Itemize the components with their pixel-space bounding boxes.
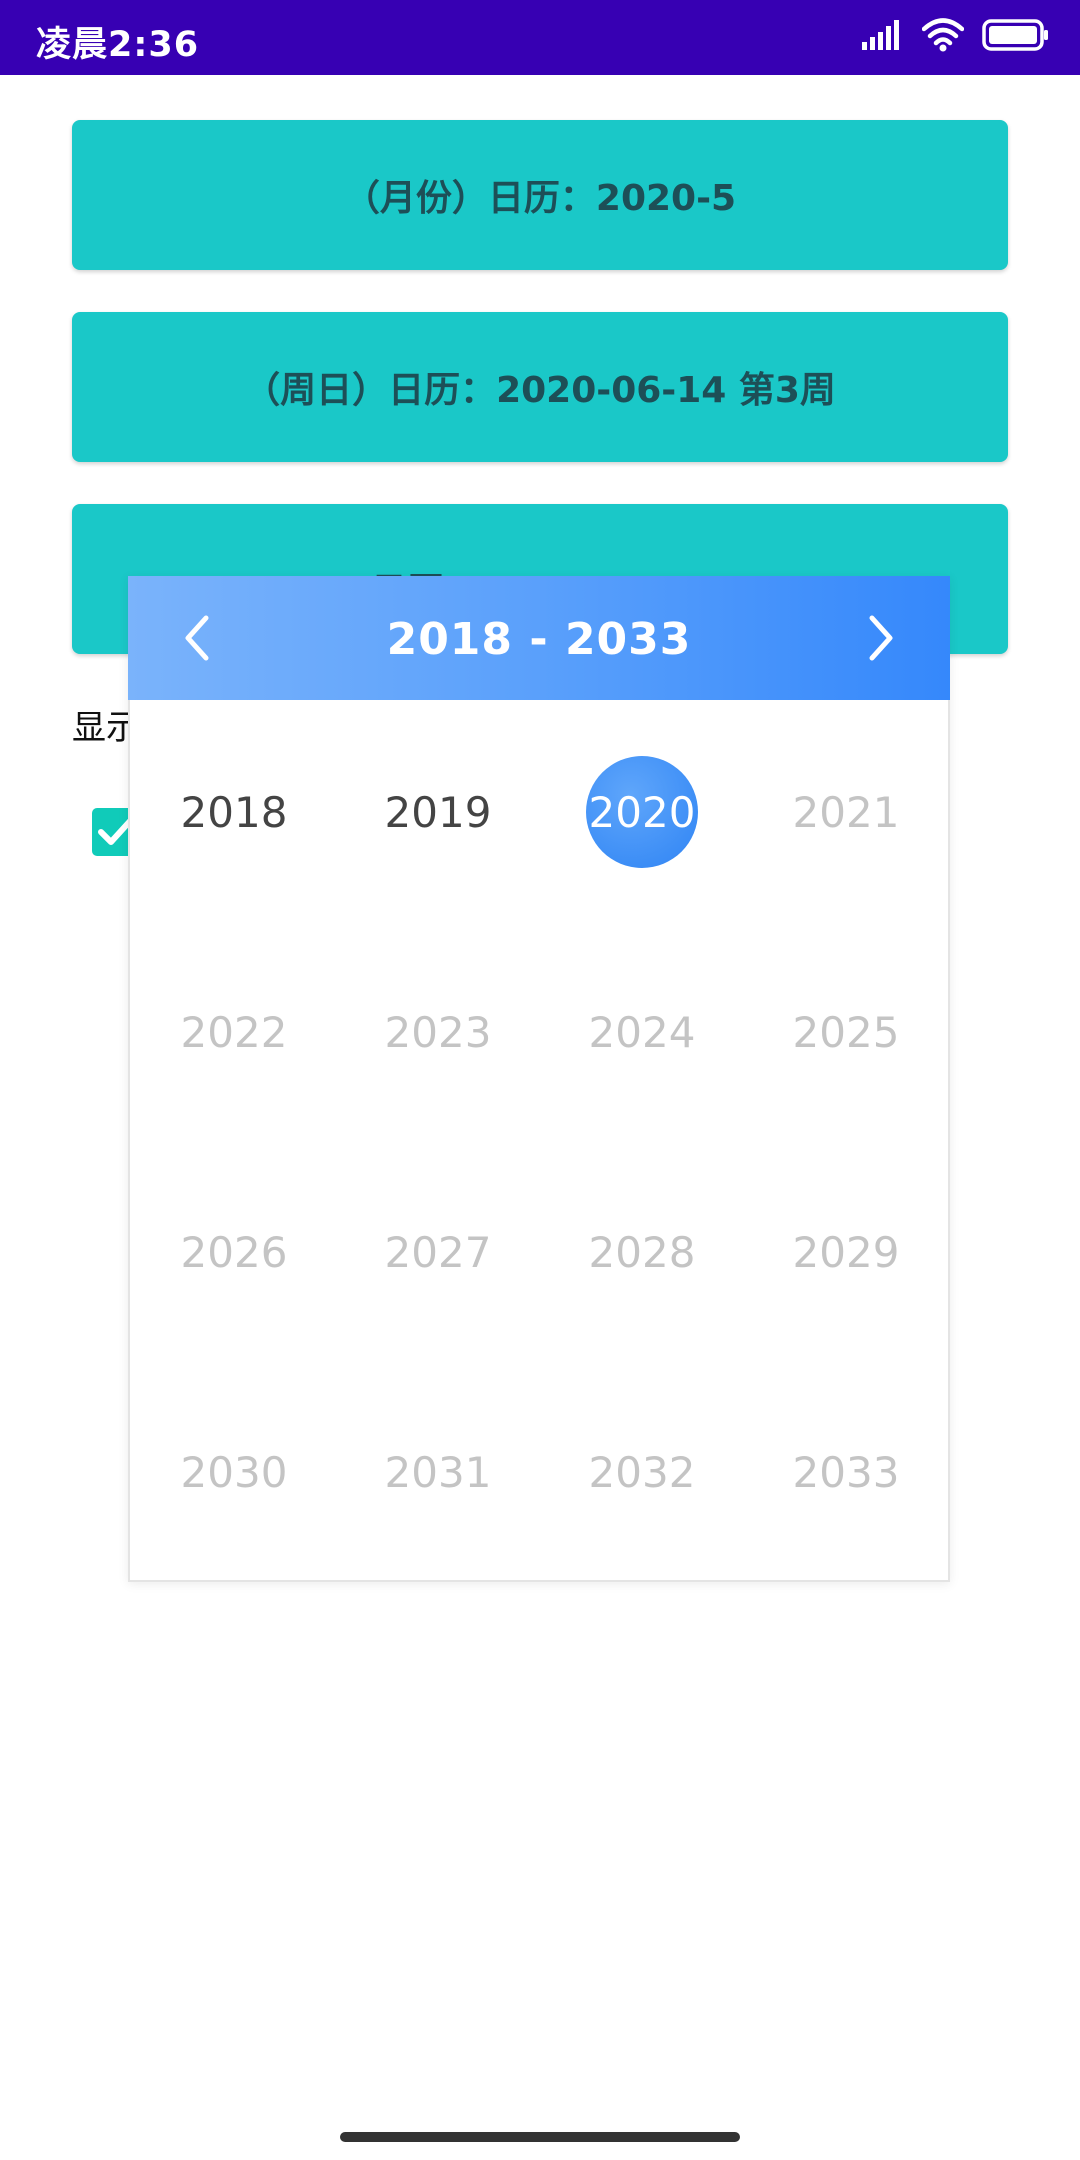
year-cell-2027[interactable]: 2027 [336,1142,540,1362]
year-picker-dialog: 2018 - 2033 2018 2019 2020 2021 2022 2023 2024… [128,576,950,1582]
status-bar: 凌晨2:36 [0,0,1080,75]
year-label: 2019 [384,787,492,837]
year-label: 2030 [180,1447,288,1497]
status-icons [862,18,1050,52]
year-label: 2033 [792,1447,900,1497]
year-label: 2020 [586,756,698,868]
status-time: 凌晨2:36 [36,25,200,65]
year-cell-2025[interactable]: 2025 [744,922,948,1142]
year-label: 2029 [792,1227,900,1277]
year-label: 2026 [180,1227,288,1277]
year-label: 2021 [792,787,900,837]
year-cell-2026[interactable]: 2026 [132,1142,336,1362]
year-cell-2018[interactable]: 2018 [132,702,336,922]
year-cell-2032[interactable]: 2032 [540,1362,744,1582]
year-cell-2020[interactable]: 2020 [540,702,744,922]
year-cell-2019[interactable]: 2019 [336,702,540,922]
year-cell-2028[interactable]: 2028 [540,1142,744,1362]
year-grid: 2018 2019 2020 2021 2022 2023 2024 2025 2026 2027… [130,702,948,1582]
home-indicator[interactable] [340,2132,740,2142]
year-label: 2025 [792,1007,900,1057]
wifi-icon [922,18,964,52]
year-label: 2022 [180,1007,288,1057]
year-label: 2018 [180,787,288,837]
year-label: 2032 [588,1447,696,1497]
signal-icon [862,20,904,50]
year-label: 2031 [384,1447,492,1497]
year-label: 2023 [384,1007,492,1057]
year-cell-2024[interactable]: 2024 [540,922,744,1142]
year-range-title: 2018 - 2033 [386,614,692,665]
battery-icon [982,19,1050,51]
year-cell-2030[interactable]: 2030 [132,1362,336,1582]
year-cell-2029[interactable]: 2029 [744,1142,948,1362]
year-cell-2021[interactable]: 2021 [744,702,948,922]
year-label: 2024 [588,1007,696,1057]
screen: 凌晨2:36 （月份）日历：2020-5 （周日）日历：2020-06-14 第… [0,0,1080,2160]
year-cell-2033[interactable]: 2033 [744,1362,948,1582]
year-cell-2023[interactable]: 2023 [336,922,540,1142]
year-cell-2022[interactable]: 2022 [132,922,336,1142]
week-calendar-button[interactable]: （周日）日历：2020-06-14 第3周 [72,312,1008,462]
year-label: 2028 [588,1227,696,1277]
year-cell-2031[interactable]: 2031 [336,1362,540,1582]
month-calendar-button[interactable]: （月份）日历：2020-5 [72,120,1008,270]
year-label: 2027 [384,1227,492,1277]
year-picker-header: 2018 - 2033 [128,576,950,700]
chevron-right-icon[interactable] [854,612,906,664]
